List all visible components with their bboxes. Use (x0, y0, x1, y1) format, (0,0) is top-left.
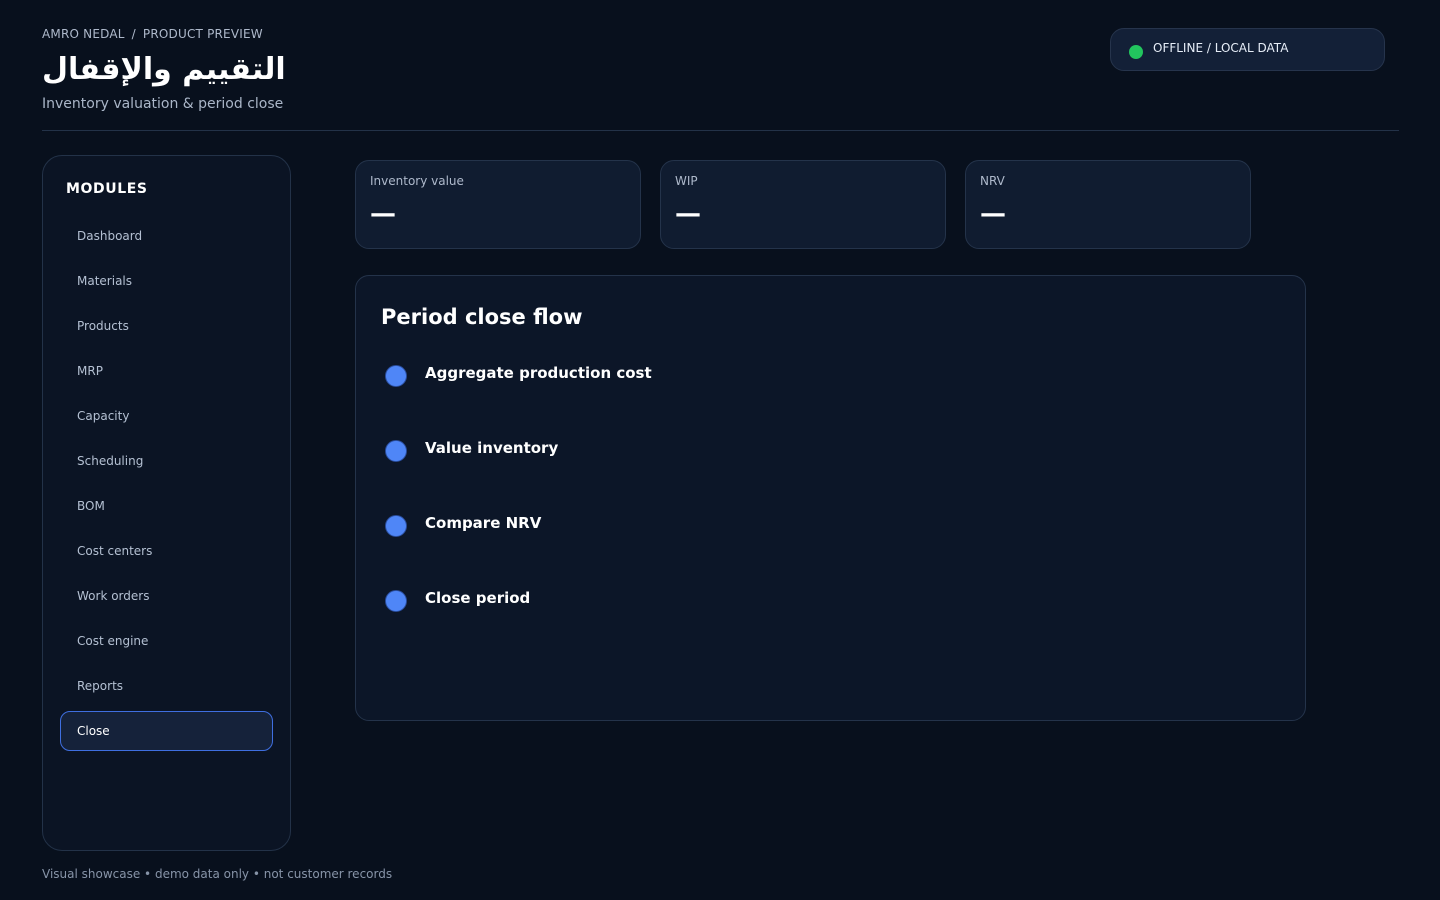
step-label: Close period (425, 589, 531, 607)
period-close-flow-panel: Period close flow Aggregate production c… (355, 275, 1306, 721)
flow-steps: Aggregate production cost Value inventor… (385, 363, 652, 663)
kpi-card-wip: WIP — (660, 160, 946, 249)
kpi-card-inventory-value: Inventory value — (355, 160, 641, 249)
kpi-value: — (980, 199, 1006, 229)
page: AMRO NEDAL / PRODUCT PREVIEW التقييم وال… (0, 0, 1440, 900)
step-label: Value inventory (425, 439, 559, 457)
flow-step-value-inventory: Value inventory (385, 438, 652, 513)
status-badge: OFFLINE / LOCAL DATA (1110, 28, 1385, 71)
breadcrumb: AMRO NEDAL / PRODUCT PREVIEW (42, 27, 263, 41)
sidebar-item-label: Work orders (77, 589, 150, 603)
sidebar-item-label: BOM (77, 499, 105, 513)
sidebar-item-label: Dashboard (77, 229, 143, 243)
sidebar-item-label: Close (77, 724, 110, 738)
step-label: Compare NRV (425, 514, 542, 532)
kpi-value: — (370, 199, 396, 229)
sidebar-item-work-orders[interactable]: Work orders (60, 576, 273, 616)
step-dot-icon (385, 365, 407, 387)
step-dot-icon (385, 590, 407, 612)
kpi-card-nrv: NRV — (965, 160, 1251, 249)
sidebar-heading: MODULES (66, 181, 148, 197)
kpi-label: Inventory value (370, 174, 464, 188)
sidebar-item-label: Reports (77, 679, 124, 693)
sidebar-list: Dashboard Materials Products MRP Capacit… (60, 216, 273, 756)
sidebar-item-label: MRP (77, 364, 103, 378)
sidebar: MODULES Dashboard Materials Products MRP… (42, 155, 291, 851)
sidebar-item-materials[interactable]: Materials (60, 261, 273, 301)
sidebar-item-label: Scheduling (77, 454, 144, 468)
breadcrumb-separator: / (131, 27, 136, 41)
sidebar-item-cost-engine[interactable]: Cost engine (60, 621, 273, 661)
sidebar-item-mrp[interactable]: MRP (60, 351, 273, 391)
flow-step-aggregate: Aggregate production cost (385, 363, 652, 438)
flow-step-close-period: Close period (385, 588, 652, 663)
flow-step-compare-nrv: Compare NRV (385, 513, 652, 588)
sidebar-item-label: Materials (77, 274, 133, 288)
header-divider (42, 130, 1399, 131)
step-dot-icon (385, 440, 407, 462)
kpi-label: NRV (980, 174, 1005, 188)
footer-note: Visual showcase • demo data only • not c… (42, 867, 393, 881)
breadcrumb-item-preview[interactable]: PRODUCT PREVIEW (143, 27, 263, 41)
page-title: التقييم والإقفال (42, 52, 286, 87)
kpi-value: — (675, 199, 701, 229)
sidebar-item-dashboard[interactable]: Dashboard (60, 216, 273, 256)
breadcrumb-item-owner[interactable]: AMRO NEDAL (42, 27, 125, 41)
step-dot-icon (385, 515, 407, 537)
sidebar-item-label: Cost engine (77, 634, 149, 648)
sidebar-item-reports[interactable]: Reports (60, 666, 273, 706)
sidebar-item-cost-centers[interactable]: Cost centers (60, 531, 273, 571)
flow-title: Period close flow (381, 305, 583, 329)
sidebar-item-label: Products (77, 319, 129, 333)
sidebar-item-products[interactable]: Products (60, 306, 273, 346)
status-label: OFFLINE / LOCAL DATA (1153, 40, 1289, 55)
status-dot-icon (1129, 44, 1143, 59)
sidebar-item-scheduling[interactable]: Scheduling (60, 441, 273, 481)
sidebar-item-bom[interactable]: BOM (60, 486, 273, 526)
sidebar-item-close[interactable]: Close (60, 711, 273, 751)
page-subtitle: Inventory valuation & period close (42, 96, 284, 112)
kpi-label: WIP (675, 174, 698, 188)
sidebar-item-label: Capacity (77, 409, 130, 423)
sidebar-item-label: Cost centers (77, 544, 153, 558)
step-label: Aggregate production cost (425, 364, 652, 382)
sidebar-item-capacity[interactable]: Capacity (60, 396, 273, 436)
